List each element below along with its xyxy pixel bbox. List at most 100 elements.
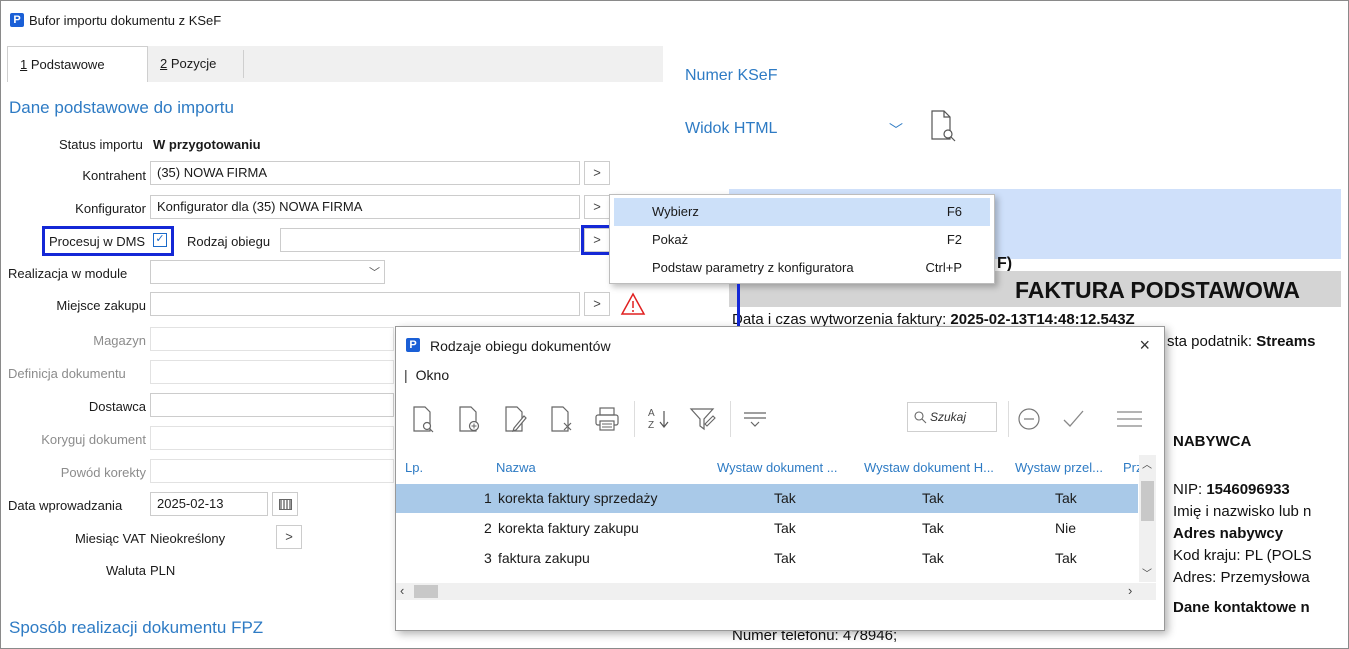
cell-nazwa: faktura zakupu bbox=[498, 550, 590, 566]
preview-adres: Adres: Przemysłowa bbox=[1173, 569, 1310, 586]
column-header-wystaw-dokument-h[interactable]: Wystaw dokument H... bbox=[864, 460, 994, 475]
waluta-value: PLN bbox=[150, 563, 176, 578]
miejsce-zakupu-label: Miejsce zakupu bbox=[56, 298, 146, 313]
dialog-menu-bar: | Okno bbox=[404, 367, 449, 383]
data-wprowadzania-label: Data wprowadzania bbox=[8, 498, 123, 513]
preview-nip-value: 1546096933 bbox=[1206, 481, 1290, 498]
cell-wystaw-dokument: Tak bbox=[774, 550, 796, 566]
column-header-wystaw-przelew[interactable]: Wystaw przel... bbox=[1015, 460, 1103, 475]
table-row[interactable]: 2 korekta faktury zakupu Tak Tak Nie bbox=[396, 514, 1138, 543]
vertical-scroll-thumb[interactable] bbox=[1141, 481, 1154, 521]
miesiac-vat-button[interactable]: > bbox=[276, 525, 302, 549]
cell-lp: 2 bbox=[484, 520, 492, 536]
definicja-label: Definicja dokumentu bbox=[8, 366, 126, 381]
toolbar-separator-2 bbox=[730, 401, 731, 437]
miesiac-vat-value: Nieokreślony bbox=[150, 531, 226, 546]
edit-record-icon[interactable] bbox=[500, 404, 530, 434]
realizacja-dropdown[interactable] bbox=[150, 260, 385, 284]
dostawca-label: Dostawca bbox=[88, 399, 146, 414]
app-logo-icon: P bbox=[10, 13, 24, 27]
definicja-field[interactable] bbox=[150, 360, 394, 384]
delete-record-icon[interactable] bbox=[546, 404, 576, 434]
powod-korekty-label: Powód korekty bbox=[60, 465, 146, 480]
miesiac-vat-label: Miesiąc VAT bbox=[74, 531, 146, 546]
cell-wystaw-dokument-h: Tak bbox=[922, 490, 944, 506]
search-input[interactable]: Szukaj bbox=[907, 402, 997, 432]
preview-record-icon[interactable] bbox=[408, 404, 438, 434]
tab-pozycje[interactable]: 2 Pozycje bbox=[148, 50, 244, 78]
vertical-scrollbar[interactable]: ︿ ﹀ bbox=[1139, 455, 1156, 582]
cell-wystaw-przelew: Tak bbox=[1055, 550, 1077, 566]
column-header-lp[interactable]: Lp. bbox=[405, 460, 423, 475]
koryguj-field[interactable] bbox=[150, 426, 394, 450]
hamburger-menu-icon[interactable] bbox=[1114, 404, 1144, 434]
horizontal-scrollbar[interactable]: ‹ › bbox=[396, 583, 1156, 600]
preview-imie: Imię i nazwisko lub n bbox=[1173, 503, 1312, 520]
kontrahent-select-button[interactable]: > bbox=[584, 161, 610, 185]
menu-okno[interactable]: Okno bbox=[416, 367, 449, 383]
menu-item-podstaw-label: Podstaw parametry z konfiguratora bbox=[652, 260, 854, 275]
procesuj-checkbox[interactable]: ✓ bbox=[153, 233, 167, 247]
rodzaj-obiegu-field[interactable] bbox=[280, 228, 580, 252]
cell-wystaw-dokument-h: Tak bbox=[922, 520, 944, 536]
konfigurator-select-button[interactable]: > bbox=[584, 195, 610, 219]
scroll-right-icon[interactable]: › bbox=[1128, 583, 1132, 598]
rodzaj-obiegu-select-button[interactable]: > bbox=[584, 228, 610, 252]
scroll-up-icon[interactable]: ︿ bbox=[1142, 456, 1152, 471]
numer-ksef-label: Numer KSeF bbox=[685, 67, 778, 84]
preview-nabywca: NABYWCA bbox=[1173, 433, 1252, 450]
menu-item-pokaz[interactable]: Pokaż F2 bbox=[614, 226, 990, 254]
data-wprowadzania-field[interactable]: 2025-02-13 bbox=[150, 492, 268, 516]
confirm-check-icon[interactable] bbox=[1058, 404, 1088, 434]
tab-strip: 1 Podstawowe 2 Pozycje bbox=[7, 46, 663, 82]
group-columns-icon[interactable] bbox=[740, 404, 770, 434]
tab-podstawowe-label: Podstawowe bbox=[27, 57, 105, 72]
add-record-icon[interactable] bbox=[454, 404, 484, 434]
cell-wystaw-przelew: Nie bbox=[1055, 520, 1077, 536]
column-header-wystaw-dokument[interactable]: Wystaw dokument ... bbox=[717, 460, 838, 475]
status-label: Status importu bbox=[59, 137, 143, 152]
menu-item-wybierz[interactable]: Wybierz F6 bbox=[614, 198, 990, 226]
table-row[interactable]: 3 faktura zakupu Tak Tak Tak bbox=[396, 544, 1138, 573]
scroll-down-icon[interactable]: ﹀ bbox=[1142, 565, 1152, 580]
cell-wystaw-dokument-h: Tak bbox=[922, 550, 944, 566]
cell-nazwa: korekta faktury sprzedaży bbox=[498, 490, 658, 506]
dostawca-field[interactable] bbox=[150, 393, 394, 417]
preview-kod-kraju: Kod kraju: PL (POLS bbox=[1173, 547, 1312, 564]
tab-podstawowe[interactable]: 1 Podstawowe bbox=[7, 46, 148, 82]
print-icon[interactable] bbox=[592, 404, 622, 434]
menu-item-podstaw[interactable]: Podstaw parametry z konfiguratora Ctrl+P bbox=[614, 254, 990, 282]
calendar-icon[interactable] bbox=[272, 492, 298, 516]
powod-korekty-field[interactable] bbox=[150, 459, 394, 483]
cell-wystaw-przelew: Tak bbox=[1055, 490, 1077, 506]
procesuj-label: Procesuj w DMS bbox=[49, 234, 146, 249]
filter-icon[interactable] bbox=[688, 404, 718, 434]
konfigurator-label: Konfigurator bbox=[75, 201, 146, 216]
scroll-left-icon[interactable]: ‹ bbox=[400, 583, 404, 598]
document-preview-icon[interactable] bbox=[928, 109, 958, 143]
preview-dane-kontaktowe: Dane kontaktowe n bbox=[1173, 599, 1310, 616]
window-title: Bufor importu dokumentu z KSeF bbox=[29, 13, 222, 28]
cell-wystaw-dokument: Tak bbox=[774, 490, 796, 506]
dialog-title: Rodzaje obiegu dokumentów bbox=[430, 338, 611, 354]
svg-text:Z: Z bbox=[648, 420, 654, 431]
kontrahent-field[interactable]: (35) NOWA FIRMA bbox=[150, 161, 580, 185]
main-window: P Bufor importu dokumentu z KSeF 1 Podst… bbox=[0, 0, 1349, 649]
preview-taxpayer-value: Streams bbox=[1256, 333, 1316, 350]
section-title-dane: Dane podstawowe do importu bbox=[9, 98, 234, 117]
miejsce-zakupu-select-button[interactable]: > bbox=[584, 292, 610, 316]
koryguj-label: Koryguj dokument bbox=[41, 432, 146, 447]
sort-az-icon[interactable]: AZ bbox=[644, 404, 674, 434]
close-icon[interactable]: × bbox=[1139, 335, 1150, 356]
menu-item-wybierz-shortcut: F6 bbox=[946, 204, 962, 219]
cancel-circle-icon[interactable] bbox=[1014, 404, 1044, 434]
column-header-nazwa[interactable]: Nazwa bbox=[496, 460, 536, 475]
toolbar-separator bbox=[634, 401, 635, 437]
magazyn-field[interactable] bbox=[150, 327, 394, 351]
table-row[interactable]: 1 korekta faktury sprzedaży Tak Tak Tak bbox=[396, 484, 1138, 513]
horizontal-scroll-thumb[interactable] bbox=[414, 585, 438, 598]
miejsce-zakupu-field[interactable] bbox=[150, 292, 580, 316]
title-bar: P Bufor importu dokumentu z KSeF bbox=[1, 1, 1348, 37]
widok-chevron-down-icon[interactable]: ﹀ bbox=[889, 120, 903, 140]
konfigurator-field[interactable]: Konfigurator dla (35) NOWA FIRMA bbox=[150, 195, 580, 219]
